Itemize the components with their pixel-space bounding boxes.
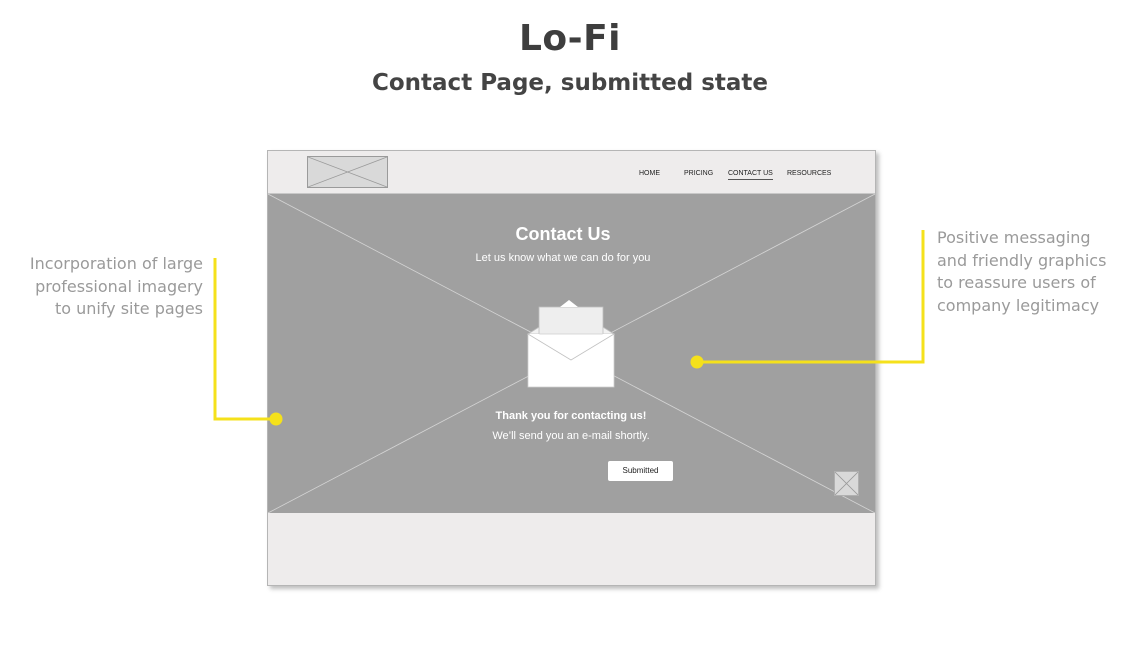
page-subtitle: Contact Page, submitted state <box>371 70 768 96</box>
contact-us-heading: Contact Us <box>515 224 611 244</box>
wireframe-frame: HOME PRICING CONTACT US RESOURCES Contac… <box>267 150 876 586</box>
envelope-icon <box>527 300 615 388</box>
contact-us-subheading: Let us know what we can do for you <box>475 252 651 264</box>
page-title: Lo-Fi <box>518 18 622 59</box>
logo-placeholder-image[interactable] <box>307 156 388 188</box>
navigation-bar: HOME PRICING CONTACT US RESOURCES <box>268 151 875 193</box>
image-placeholder-icon <box>835 472 858 495</box>
annotation-line: company legitimacy <box>937 295 1100 315</box>
image-placeholder-icon <box>308 157 387 187</box>
thank-you-heading: Thank you for contacting us! <box>495 410 647 422</box>
annotation-line: to reassure users of <box>937 273 1096 292</box>
nav-item-pricing[interactable]: PRICING <box>684 170 713 177</box>
thank-you-message: We’ll send you an e-mail shortly. <box>492 430 650 442</box>
annotation-line: and friendly graphics <box>937 250 1107 270</box>
presentation-slide: Lo-Fi Contact Page, submitted state HOME… <box>0 0 1140 649</box>
annotation-line: professional imagery <box>35 276 203 296</box>
nav-item-resources[interactable]: RESOURCES <box>787 170 831 177</box>
submitted-button[interactable]: Submitted <box>608 461 673 481</box>
footer-area <box>268 513 875 585</box>
annotation-line: Incorporation of large <box>29 254 203 273</box>
annotation-imagery: Incorporation of large professional imag… <box>0 253 203 321</box>
annotation-line: to unify site pages <box>54 299 203 318</box>
annotation-messaging: Positive messaging and friendly graphics… <box>937 227 1137 317</box>
hero-image-placeholder: Contact Us Let us know what we can do fo… <box>268 193 875 514</box>
nav-item-contact-us[interactable]: CONTACT US <box>728 170 773 180</box>
nav-item-home[interactable]: HOME <box>639 170 660 177</box>
annotation-line: Positive messaging <box>937 228 1091 247</box>
small-image-placeholder <box>834 471 859 496</box>
